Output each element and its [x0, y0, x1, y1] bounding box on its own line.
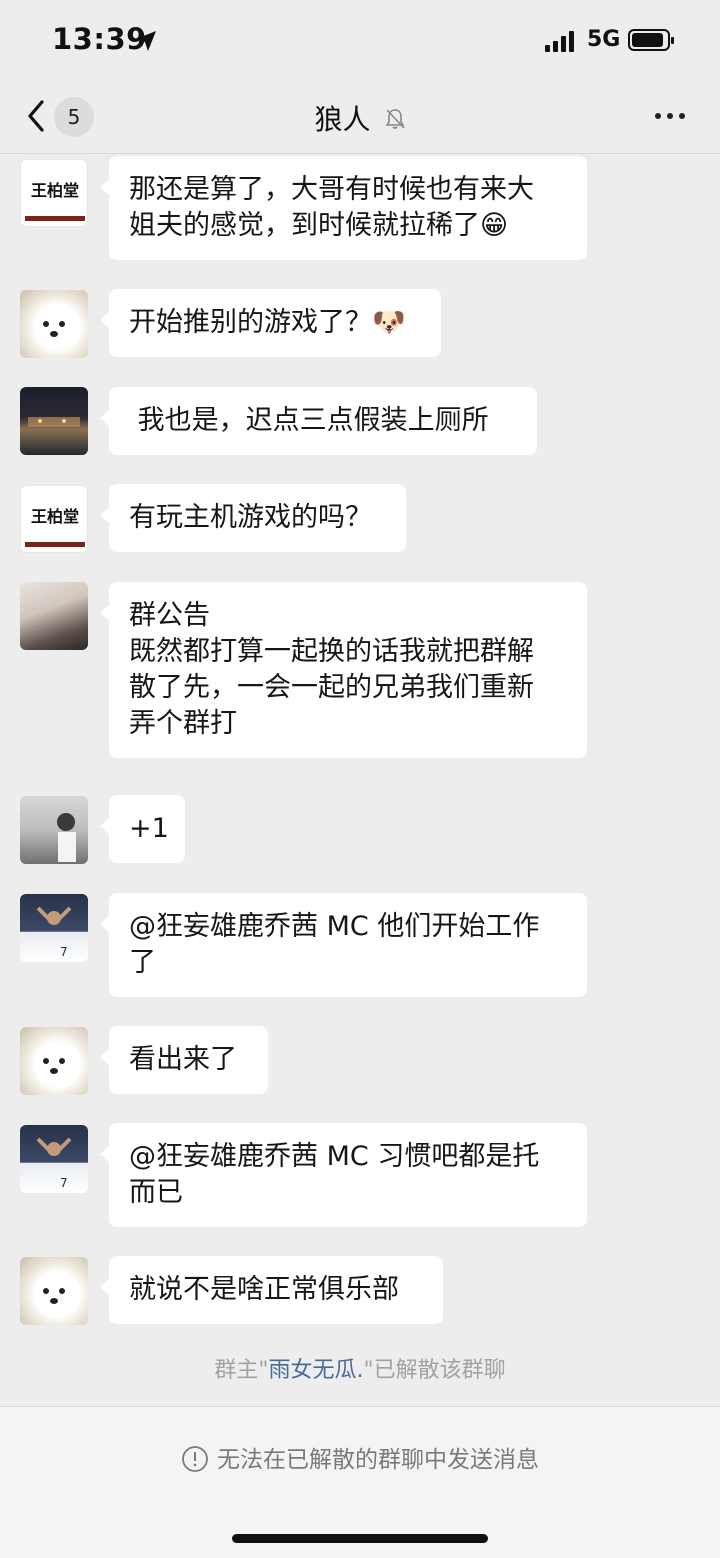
- notice-suffix: "已解散该群聊: [363, 1358, 506, 1383]
- chat-header: 5 狼人: [0, 80, 720, 154]
- info-icon: [182, 1446, 208, 1472]
- message-bubble[interactable]: @狂妄雄鹿乔茜 MC 他们开始工作 了: [100, 893, 587, 997]
- footer-notice-text: 无法在已解散的群聊中发送消息: [217, 1447, 539, 1473]
- group-dissolved-notice: 群主"雨女无瓜."已解散该群聊: [0, 1352, 720, 1384]
- message-bubble[interactable]: 那还是算了，大哥有时候也有来大 姐夫的感觉，到时候就拉稀了😁: [100, 156, 587, 260]
- status-bar: 13:39 5G: [0, 0, 720, 80]
- sender-avatar[interactable]: [20, 1257, 88, 1325]
- home-indicator[interactable]: [232, 1534, 488, 1543]
- chat-title[interactable]: 狼人: [314, 103, 370, 136]
- sender-avatar[interactable]: 7: [20, 894, 88, 962]
- more-options-icon[interactable]: [655, 113, 685, 119]
- sender-avatar[interactable]: [20, 387, 88, 455]
- sender-avatar[interactable]: [20, 290, 88, 358]
- chat-title-group: 狼人: [0, 98, 720, 138]
- message-bubble[interactable]: +1: [100, 795, 185, 863]
- network-type: 5G: [587, 27, 621, 52]
- message-bubble[interactable]: 我也是，迟点三点假装上厕所: [100, 387, 537, 455]
- footer-notice: 无法在已解散的群聊中发送消息: [0, 1440, 720, 1474]
- sender-avatar[interactable]: [20, 582, 88, 650]
- signal-icon: [545, 30, 574, 52]
- muted-bell-icon: [385, 109, 405, 129]
- message-bubble[interactable]: 群公告 既然都打算一起换的话我就把群解 散了先，一会一起的兄弟我们重新 弄个群打: [100, 582, 587, 758]
- svg-text:7: 7: [60, 1176, 68, 1190]
- avatar-brand-text: 王柏堂: [31, 507, 79, 526]
- group-owner-link[interactable]: 雨女无瓜.: [269, 1358, 364, 1383]
- message-bubble[interactable]: 有玩主机游戏的吗？: [100, 484, 406, 552]
- sender-avatar[interactable]: 王柏堂: [20, 159, 88, 227]
- svg-text:7: 7: [60, 945, 68, 959]
- sender-avatar[interactable]: [20, 796, 88, 864]
- message-bubble[interactable]: @狂妄雄鹿乔茜 MC 习惯吧都是托 而已: [100, 1123, 587, 1227]
- sender-avatar[interactable]: 7: [20, 1125, 88, 1193]
- message-bubble[interactable]: 开始推别的游戏了？🐶: [100, 289, 441, 357]
- message-bubble[interactable]: 就说不是啥正常俱乐部: [100, 1256, 443, 1324]
- avatar-brand-text: 王柏堂: [31, 181, 79, 200]
- status-time: 13:39: [52, 22, 147, 56]
- notice-prefix: 群主": [214, 1358, 269, 1383]
- message-bubble[interactable]: 看出来了: [100, 1026, 268, 1094]
- sender-avatar[interactable]: [20, 1027, 88, 1095]
- location-arrow-icon: [136, 31, 156, 51]
- sender-avatar[interactable]: 王柏堂: [20, 485, 88, 553]
- battery-icon: [628, 29, 674, 51]
